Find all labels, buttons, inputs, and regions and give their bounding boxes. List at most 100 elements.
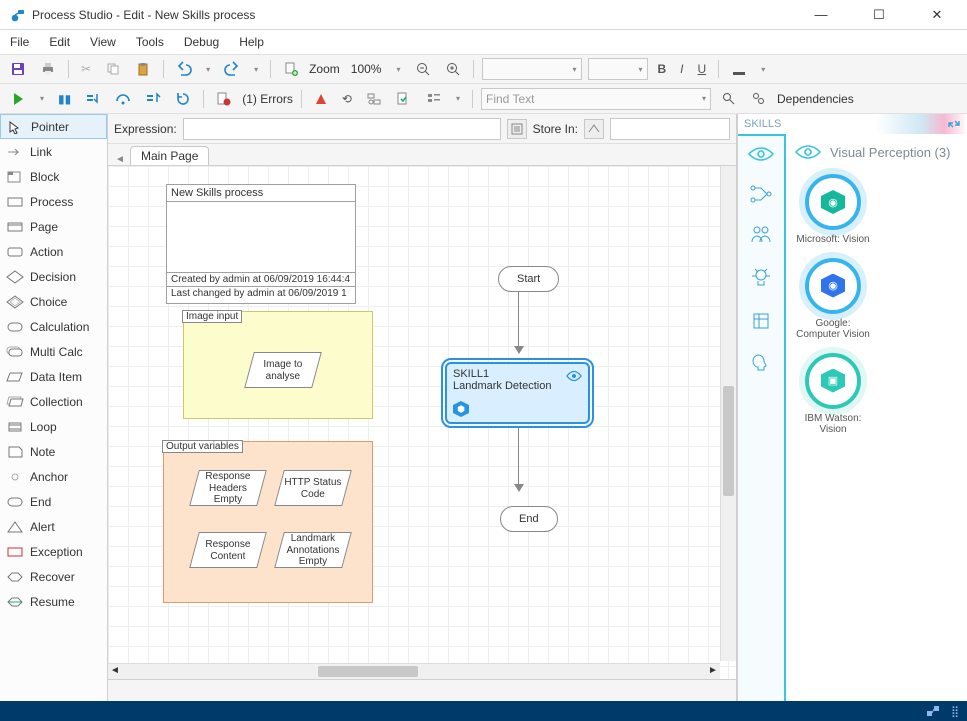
- dependencies-label[interactable]: Dependencies: [777, 92, 854, 106]
- zoom-in-button[interactable]: [441, 59, 465, 79]
- close-button[interactable]: ✕: [917, 7, 957, 23]
- horizontal-scrollbar[interactable]: ◄ ►: [108, 663, 720, 679]
- watch-button[interactable]: [362, 89, 386, 109]
- tool-choice[interactable]: Choice: [0, 289, 107, 314]
- errors-label[interactable]: (1) Errors: [242, 92, 293, 106]
- skill-ibm-watson-vision[interactable]: ▣ IBM Watson: Vision: [794, 353, 872, 436]
- minimize-button[interactable]: —: [801, 7, 841, 23]
- category-collaboration[interactable]: [749, 224, 773, 246]
- run-dropdown[interactable]: ▾: [36, 92, 48, 105]
- element-list-button[interactable]: [422, 89, 446, 109]
- bold-button[interactable]: B: [654, 60, 671, 78]
- tool-pointer[interactable]: Pointer: [0, 114, 107, 139]
- tool-note[interactable]: Note: [0, 439, 107, 464]
- tool-collection[interactable]: Collection: [0, 389, 107, 414]
- category-planning[interactable]: [749, 184, 773, 204]
- step-over-button[interactable]: [111, 89, 135, 109]
- process-info-box[interactable]: New Skills process Created by admin at 0…: [166, 184, 356, 304]
- tool-recover[interactable]: Recover: [0, 564, 107, 589]
- errors-icon[interactable]: [212, 89, 236, 109]
- redo-button[interactable]: [220, 59, 244, 79]
- font-size-combo[interactable]: ▾: [588, 58, 648, 80]
- category-visual-perception[interactable]: [747, 144, 775, 164]
- menu-help[interactable]: Help: [239, 35, 264, 49]
- tool-process[interactable]: Process: [0, 189, 107, 214]
- group-output-variables[interactable]: Output variables Response Headers Empty …: [163, 441, 373, 603]
- cut-button[interactable]: ✂: [77, 60, 95, 78]
- zoom-value[interactable]: 100%: [346, 61, 387, 77]
- status-resize-grip[interactable]: ⣿: [951, 705, 959, 718]
- menu-edit[interactable]: Edit: [49, 35, 70, 49]
- find-text-combo[interactable]: Find Text▾: [481, 88, 711, 110]
- dataitem-http-status-code[interactable]: HTTP Status Code: [274, 470, 352, 506]
- font-family-combo[interactable]: ▾: [482, 58, 582, 80]
- status-connection-icon[interactable]: [925, 703, 941, 719]
- tool-multicalc[interactable]: Multi Calc: [0, 339, 107, 364]
- tab-main-page[interactable]: Main Page: [130, 146, 209, 165]
- copy-button[interactable]: [101, 59, 125, 79]
- color-button[interactable]: [727, 59, 751, 79]
- menu-tools[interactable]: Tools: [136, 35, 164, 49]
- element-list-dropdown[interactable]: ▾: [452, 92, 464, 105]
- print-button[interactable]: [36, 59, 60, 79]
- dataitem-image-to-analyse[interactable]: Image to analyse: [244, 352, 322, 388]
- scrollbar-thumb[interactable]: [318, 666, 418, 677]
- step-in-button[interactable]: [81, 89, 105, 109]
- tool-calculation[interactable]: Calculation: [0, 314, 107, 339]
- collapse-panel-button[interactable]: [947, 117, 961, 131]
- maximize-button[interactable]: ☐: [859, 7, 899, 23]
- tool-alert[interactable]: Alert: [0, 514, 107, 539]
- dataitem-response-headers[interactable]: Response Headers Empty: [189, 470, 267, 506]
- menu-view[interactable]: View: [90, 35, 116, 49]
- storein-input[interactable]: [610, 118, 730, 140]
- end-node[interactable]: End: [500, 506, 558, 532]
- skill-node[interactable]: SKILL1 Landmark Detection ⬢: [445, 362, 590, 424]
- zoom-dropdown[interactable]: ▾: [392, 63, 404, 76]
- scrollbar-thumb[interactable]: [723, 386, 734, 496]
- tool-block[interactable]: Block: [0, 164, 107, 189]
- save-button[interactable]: [6, 59, 30, 79]
- tool-page[interactable]: Page: [0, 214, 107, 239]
- category-knowledge[interactable]: [750, 310, 772, 332]
- underline-button[interactable]: U: [694, 60, 711, 78]
- paste-button[interactable]: [131, 59, 155, 79]
- undo-dropdown[interactable]: ▾: [202, 63, 214, 76]
- canvas[interactable]: New Skills process Created by admin at 0…: [108, 166, 736, 679]
- group-image-input[interactable]: Image input Image to analyse: [183, 311, 373, 419]
- step-out-button[interactable]: [141, 89, 165, 109]
- zoom-out-button[interactable]: [411, 59, 435, 79]
- tool-loop[interactable]: Loop: [0, 414, 107, 439]
- find-next-button[interactable]: [717, 89, 741, 109]
- color-dropdown[interactable]: ▾: [757, 63, 769, 76]
- vertical-scrollbar[interactable]: [720, 166, 736, 661]
- menu-debug[interactable]: Debug: [184, 35, 219, 49]
- dataitem-response-content[interactable]: Response Content: [189, 532, 267, 568]
- start-node[interactable]: Start: [498, 266, 559, 292]
- breakpoint-icon[interactable]: [310, 90, 332, 108]
- tool-action[interactable]: Action: [0, 239, 107, 264]
- expression-input[interactable]: [183, 118, 501, 140]
- reset-button[interactable]: [171, 89, 195, 109]
- validate-button[interactable]: [392, 89, 416, 109]
- page-add-button[interactable]: [279, 59, 303, 79]
- skill-microsoft-vision[interactable]: ◉ Microsoft: Vision: [794, 174, 872, 246]
- expression-helper-button[interactable]: [507, 119, 527, 139]
- tool-resume[interactable]: Resume: [0, 589, 107, 614]
- tool-anchor[interactable]: Anchor: [0, 464, 107, 489]
- tool-end[interactable]: End: [0, 489, 107, 514]
- tool-dataitem[interactable]: Data Item: [0, 364, 107, 389]
- pause-button[interactable]: ▮▮: [54, 90, 75, 108]
- undo-button[interactable]: [172, 59, 196, 79]
- redo-dropdown[interactable]: ▾: [250, 63, 262, 76]
- tool-exception[interactable]: Exception: [0, 539, 107, 564]
- scroll-right-arrow[interactable]: ►: [706, 665, 720, 679]
- scroll-left-arrow[interactable]: ◄: [108, 665, 122, 679]
- link-icon[interactable]: ⟲: [338, 90, 356, 108]
- tool-decision[interactable]: Decision: [0, 264, 107, 289]
- dataitem-landmark-annotations[interactable]: Landmark Annotations Empty: [274, 532, 352, 568]
- find-all-button[interactable]: [747, 89, 771, 109]
- category-cognition[interactable]: [749, 352, 773, 376]
- skill-google-vision[interactable]: ◉ Google: Computer Vision: [794, 258, 872, 341]
- menu-file[interactable]: File: [10, 35, 29, 49]
- tab-prev-button[interactable]: ◄: [112, 154, 128, 165]
